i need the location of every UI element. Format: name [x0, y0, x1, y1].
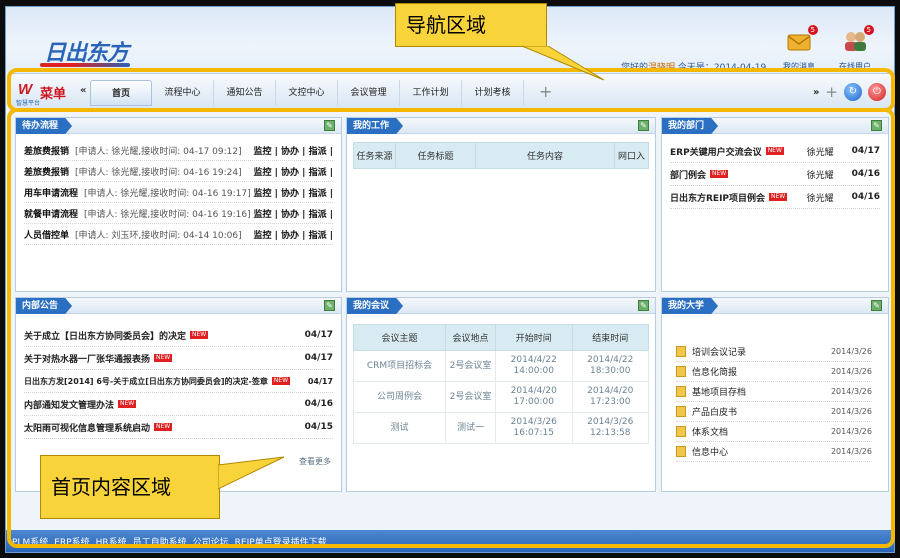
nav-area-callout: 导航区域 — [395, 3, 547, 47]
online-users-button[interactable]: 5 在线用户 — [832, 25, 878, 72]
logo-swoosh — [40, 63, 130, 67]
content-area-callout: 首页内容区域 — [40, 455, 220, 519]
nav-callout-tail — [521, 46, 605, 81]
messages-badge: 5 — [807, 25, 818, 35]
my-messages-button[interactable]: 5 我的消息 — [776, 25, 822, 72]
users-badge: 5 — [863, 25, 874, 35]
content-callout-tail — [218, 456, 285, 490]
nav-area-outline — [7, 68, 895, 112]
